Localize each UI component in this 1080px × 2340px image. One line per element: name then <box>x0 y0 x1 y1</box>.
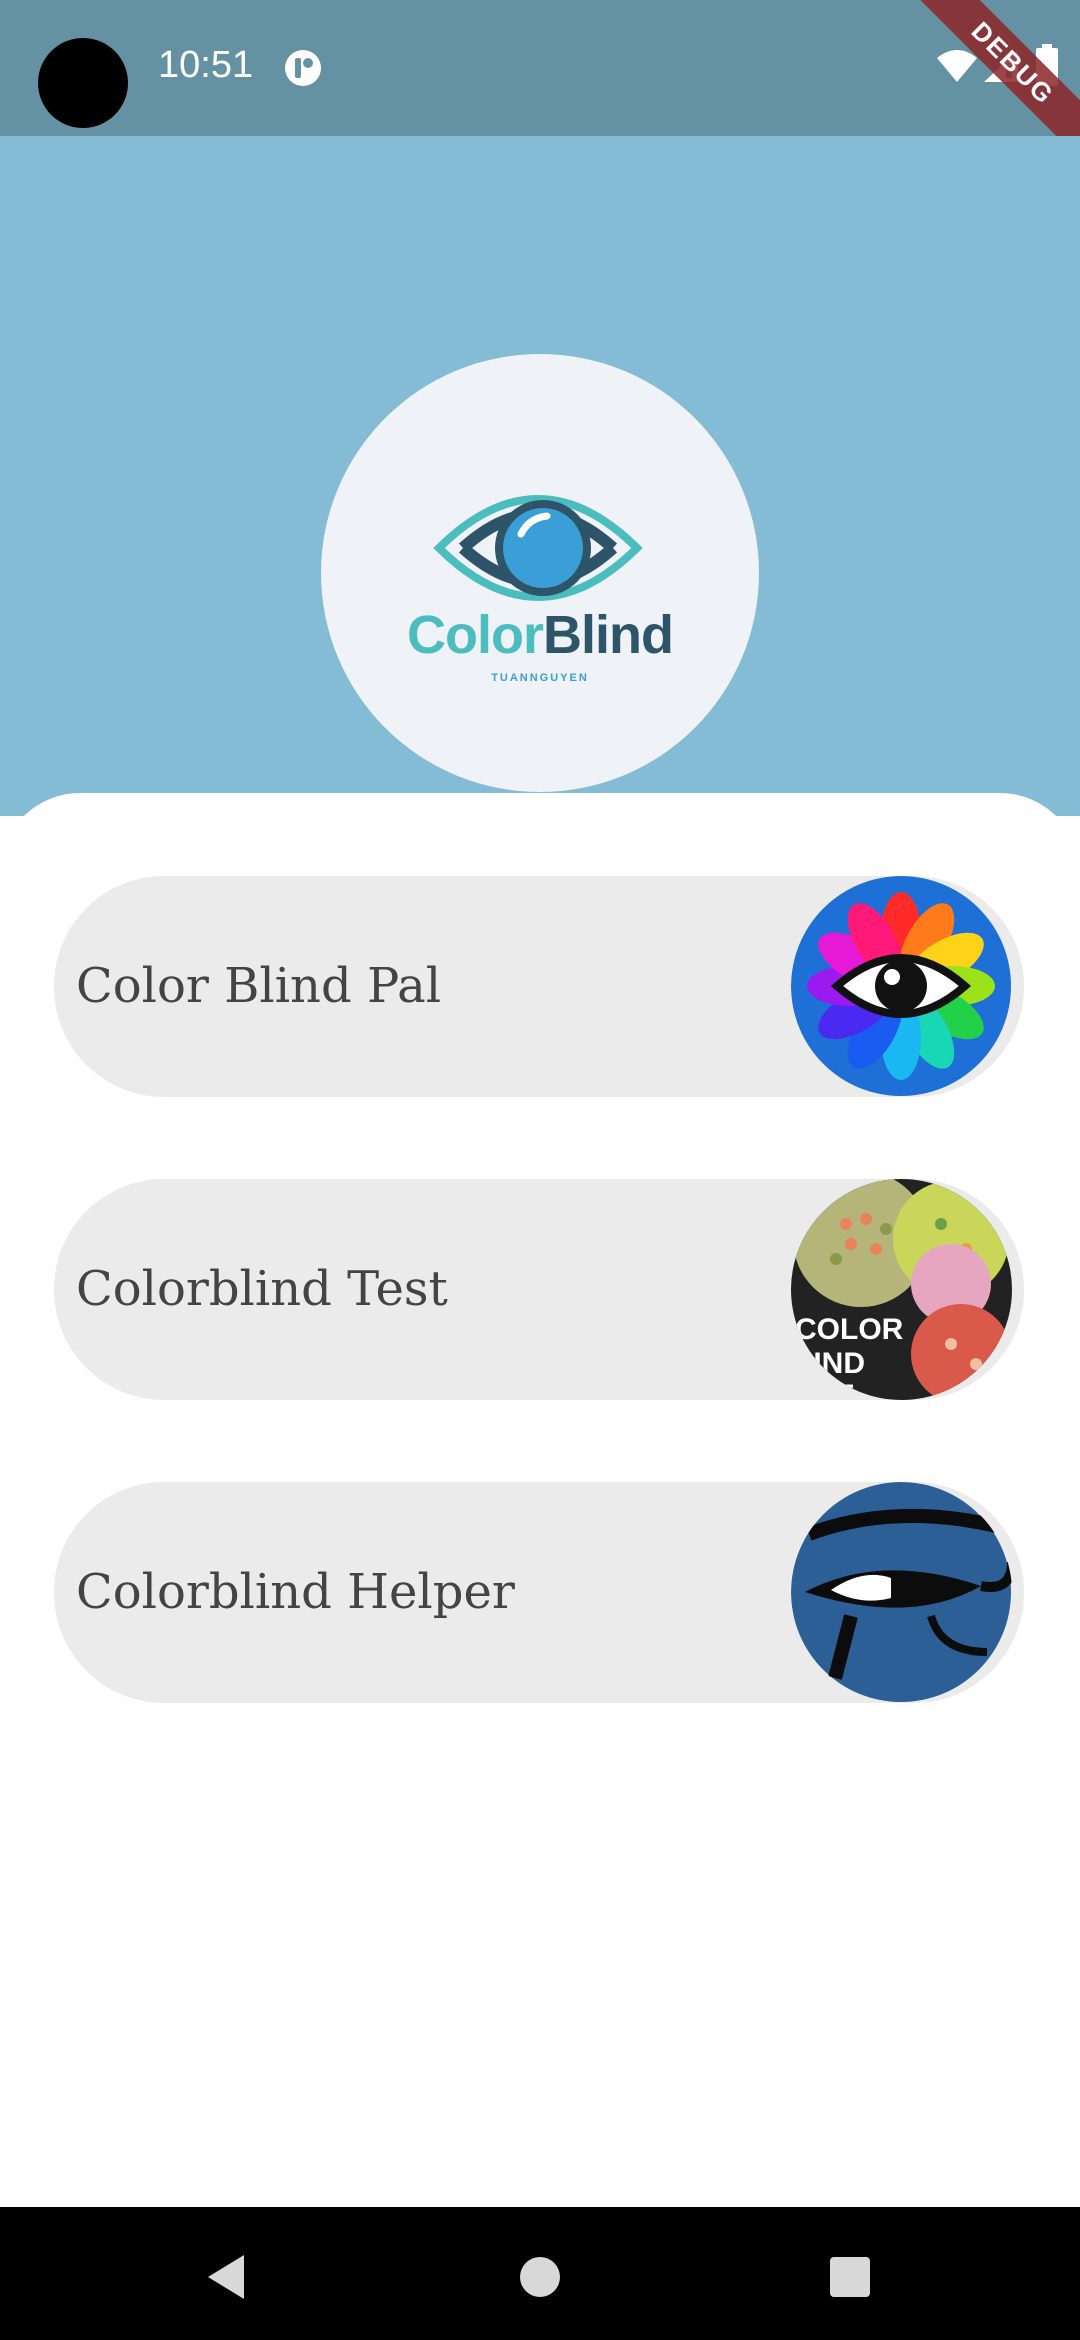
logo-word-color: Color <box>407 605 544 665</box>
recents-square-icon[interactable] <box>820 2247 880 2307</box>
logo-subtext: TUANNGUYEN <box>491 672 589 684</box>
navigation-bar <box>0 2207 1080 2340</box>
svg-text:LIND: LIND <box>795 1347 865 1380</box>
app-item-label: Colorblind Helper <box>76 1564 515 1620</box>
back-triangle-icon[interactable] <box>196 2247 256 2307</box>
svg-text:COLOR: COLOR <box>795 1313 904 1346</box>
notification-icon <box>285 50 321 86</box>
logo-word-blind: Blind <box>543 605 674 665</box>
app-logo: ColorBlind TUANNGUYEN <box>321 354 759 792</box>
app-item-label: Colorblind Test <box>76 1261 448 1317</box>
eye-of-horus-icon <box>791 1482 1012 1703</box>
eye-logo-icon <box>433 495 643 601</box>
logo-wordmark: ColorBlind <box>321 608 759 662</box>
battery-icon <box>1036 44 1058 86</box>
rainbow-eye-icon <box>791 876 1012 1097</box>
app-item-colorblind-test[interactable]: Colorblind Test COLOR LIND EST <box>54 1179 1024 1400</box>
wifi-icon <box>937 50 977 82</box>
app-item-label: Color Blind Pal <box>76 958 442 1014</box>
camera-cutout <box>38 38 128 128</box>
app-item-color-blind-pal[interactable]: Color Blind Pal <box>54 876 1024 1097</box>
signal-icon <box>984 50 1018 82</box>
svg-text:EST: EST <box>795 1379 853 1400</box>
home-circle-icon[interactable] <box>510 2247 570 2307</box>
app-item-colorblind-helper[interactable]: Colorblind Helper <box>54 1482 1024 1703</box>
status-clock: 10:51 <box>158 44 254 86</box>
app-list-card: Color Blind Pal Colorblind Test COLOR LI… <box>0 793 1080 2207</box>
status-bar: 10:51 <box>0 0 1080 136</box>
ishihara-test-icon: COLOR LIND EST <box>791 1179 1012 1400</box>
